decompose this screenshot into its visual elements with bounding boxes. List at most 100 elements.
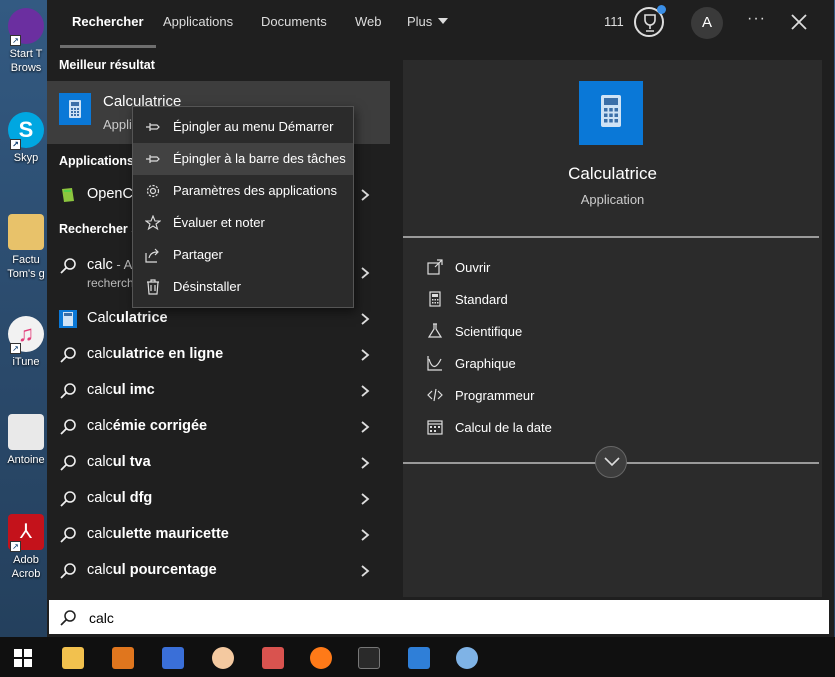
taskbar-firefox[interactable] <box>296 637 344 677</box>
suggestion-prefix: calc <box>87 418 113 434</box>
action-label: Calcul de la date <box>455 420 552 435</box>
menu-item-label: Paramètres des applications <box>173 183 338 198</box>
chevron-right-icon <box>361 493 370 505</box>
code-icon <box>427 388 443 402</box>
suggestion-text: calculatrice en ligne <box>87 346 223 362</box>
query-suffix: - A <box>112 257 133 272</box>
menu-item-label: Désinstaller <box>173 279 241 294</box>
chevron-right-icon <box>361 385 370 397</box>
browser-icon: ↗ <box>8 8 44 46</box>
avatar[interactable]: A <box>691 7 723 39</box>
chevron-right-icon <box>361 267 370 279</box>
divider <box>403 236 819 238</box>
suggestion-text: calcul dfg <box>87 490 152 506</box>
taskbar-file-explorer[interactable] <box>48 637 96 677</box>
paint-app-icon <box>456 647 478 669</box>
suggestion-rest: ulatrice <box>116 310 168 326</box>
taskbar-app[interactable] <box>148 637 196 677</box>
menu-item-pin-start[interactable]: Épingler au menu Démarrer <box>133 111 353 143</box>
suggestion-rest: ul tva <box>112 454 151 470</box>
menu-item-pin-taskbar[interactable]: Épingler à la barre des tâches <box>133 143 353 175</box>
menu-item-rate[interactable]: Évaluer et noter <box>133 207 353 239</box>
desktop-icon-label: Start T <box>9 48 43 60</box>
chevron-right-icon <box>361 457 370 469</box>
search-icon <box>60 563 76 579</box>
taskbar-app[interactable] <box>344 637 392 677</box>
action-graph[interactable]: Graphique <box>427 352 807 378</box>
suggestion-rest: ul dfg <box>112 490 153 506</box>
desktop-icon-facture[interactable]: Factu Tom's g <box>4 214 48 281</box>
pin-icon <box>146 123 160 131</box>
suggestion-rest: ul pourcentage <box>112 562 217 578</box>
action-label: Ouvrir <box>455 260 491 275</box>
action-label: Graphique <box>455 356 516 371</box>
desktop-icon-label: Skyp <box>13 152 39 164</box>
suggestion-text: Calculatrice <box>87 310 168 326</box>
menu-item-uninstall[interactable]: Désinstaller <box>133 271 353 303</box>
search-icon <box>60 491 76 507</box>
action-date-calc[interactable]: Calcul de la date <box>427 416 807 442</box>
list-item-suggestion[interactable]: calcul imc <box>47 373 390 409</box>
action-open[interactable]: Ouvrir <box>427 256 807 282</box>
tab-plus-label: Plus <box>407 14 433 29</box>
calculator-icon <box>429 291 441 307</box>
pin-icon <box>146 155 160 163</box>
tab-web[interactable]: Web <box>355 0 382 48</box>
flask-icon <box>427 323 443 338</box>
bird-app-icon <box>162 647 184 669</box>
search-header: Rechercher Applications Documents Web Pl… <box>47 0 834 48</box>
tab-rechercher[interactable]: Rechercher <box>60 0 156 48</box>
action-scientific[interactable]: Scientifique <box>427 320 807 346</box>
search-input[interactable]: calc <box>47 598 831 636</box>
tab-documents[interactable]: Documents <box>261 0 327 48</box>
suggestion-rest: émie corrigée <box>112 418 208 434</box>
desktop-icon-antoine[interactable]: Antoine <box>4 414 48 467</box>
more-options-button[interactable]: ··· <box>747 10 766 28</box>
taskbar-app[interactable] <box>248 637 296 677</box>
search-icon <box>60 610 76 626</box>
tab-applications[interactable]: Applications <box>163 0 233 48</box>
close-icon[interactable] <box>789 12 809 32</box>
search-value: calc <box>89 610 114 626</box>
section-applications: Applications <box>59 154 135 168</box>
suggestion-prefix: Calc <box>87 310 117 326</box>
desktop-icon-start-browser[interactable]: ↗ Start T Brows <box>4 8 48 75</box>
list-item-suggestion[interactable]: calculette mauricette <box>47 517 390 553</box>
desktop-icon-skype[interactable]: S ↗ Skyp <box>4 112 48 165</box>
desktop-icon-acrobat[interactable]: ⅄ ↗ Adob Acrob <box>4 514 48 581</box>
action-programmer[interactable]: Programmeur <box>427 384 807 410</box>
menu-item-app-settings[interactable]: Paramètres des applications <box>133 175 353 207</box>
section-best-result: Meilleur résultat <box>59 58 155 72</box>
firefox-icon <box>310 647 332 669</box>
list-item-suggestion[interactable]: calculatrice en ligne <box>47 337 390 373</box>
chevron-right-icon <box>361 421 370 433</box>
search-icon <box>60 455 76 471</box>
query-text: calc <box>87 257 113 273</box>
taskbar-calculator[interactable] <box>394 637 442 677</box>
suggestion-rest: ulatrice en ligne <box>112 346 224 362</box>
details-pane: Calculatrice Application Ouvrir Standard… <box>403 60 822 597</box>
desktop-icon-label: Factu <box>12 254 40 266</box>
list-item-suggestion[interactable]: calcul pourcentage <box>47 553 390 589</box>
tab-plus[interactable]: Plus <box>407 0 449 48</box>
start-button[interactable] <box>0 637 48 677</box>
trophy-icon[interactable] <box>634 5 666 37</box>
star-icon <box>145 215 161 231</box>
menu-item-share[interactable]: Partager <box>133 239 353 271</box>
acrobat-icon: ⅄ ↗ <box>8 514 44 552</box>
expand-button[interactable] <box>595 446 627 478</box>
chevron-right-icon <box>361 189 370 201</box>
taskbar <box>0 637 835 677</box>
desktop-icon-itunes[interactable]: ♫ ↗ iTune <box>4 316 48 369</box>
details-title: Calculatrice <box>568 164 657 183</box>
list-item-suggestion[interactable]: calcémie corrigée <box>47 409 390 445</box>
taskbar-app[interactable] <box>98 637 146 677</box>
action-standard[interactable]: Standard <box>427 288 807 314</box>
taskbar-app[interactable] <box>198 637 246 677</box>
search-icon <box>60 419 76 435</box>
calculator-icon <box>59 93 91 125</box>
taskbar-app[interactable] <box>442 637 490 677</box>
action-label: Standard <box>455 292 508 307</box>
list-item-suggestion[interactable]: calcul dfg <box>47 481 390 517</box>
list-item-suggestion[interactable]: calcul tva <box>47 445 390 481</box>
